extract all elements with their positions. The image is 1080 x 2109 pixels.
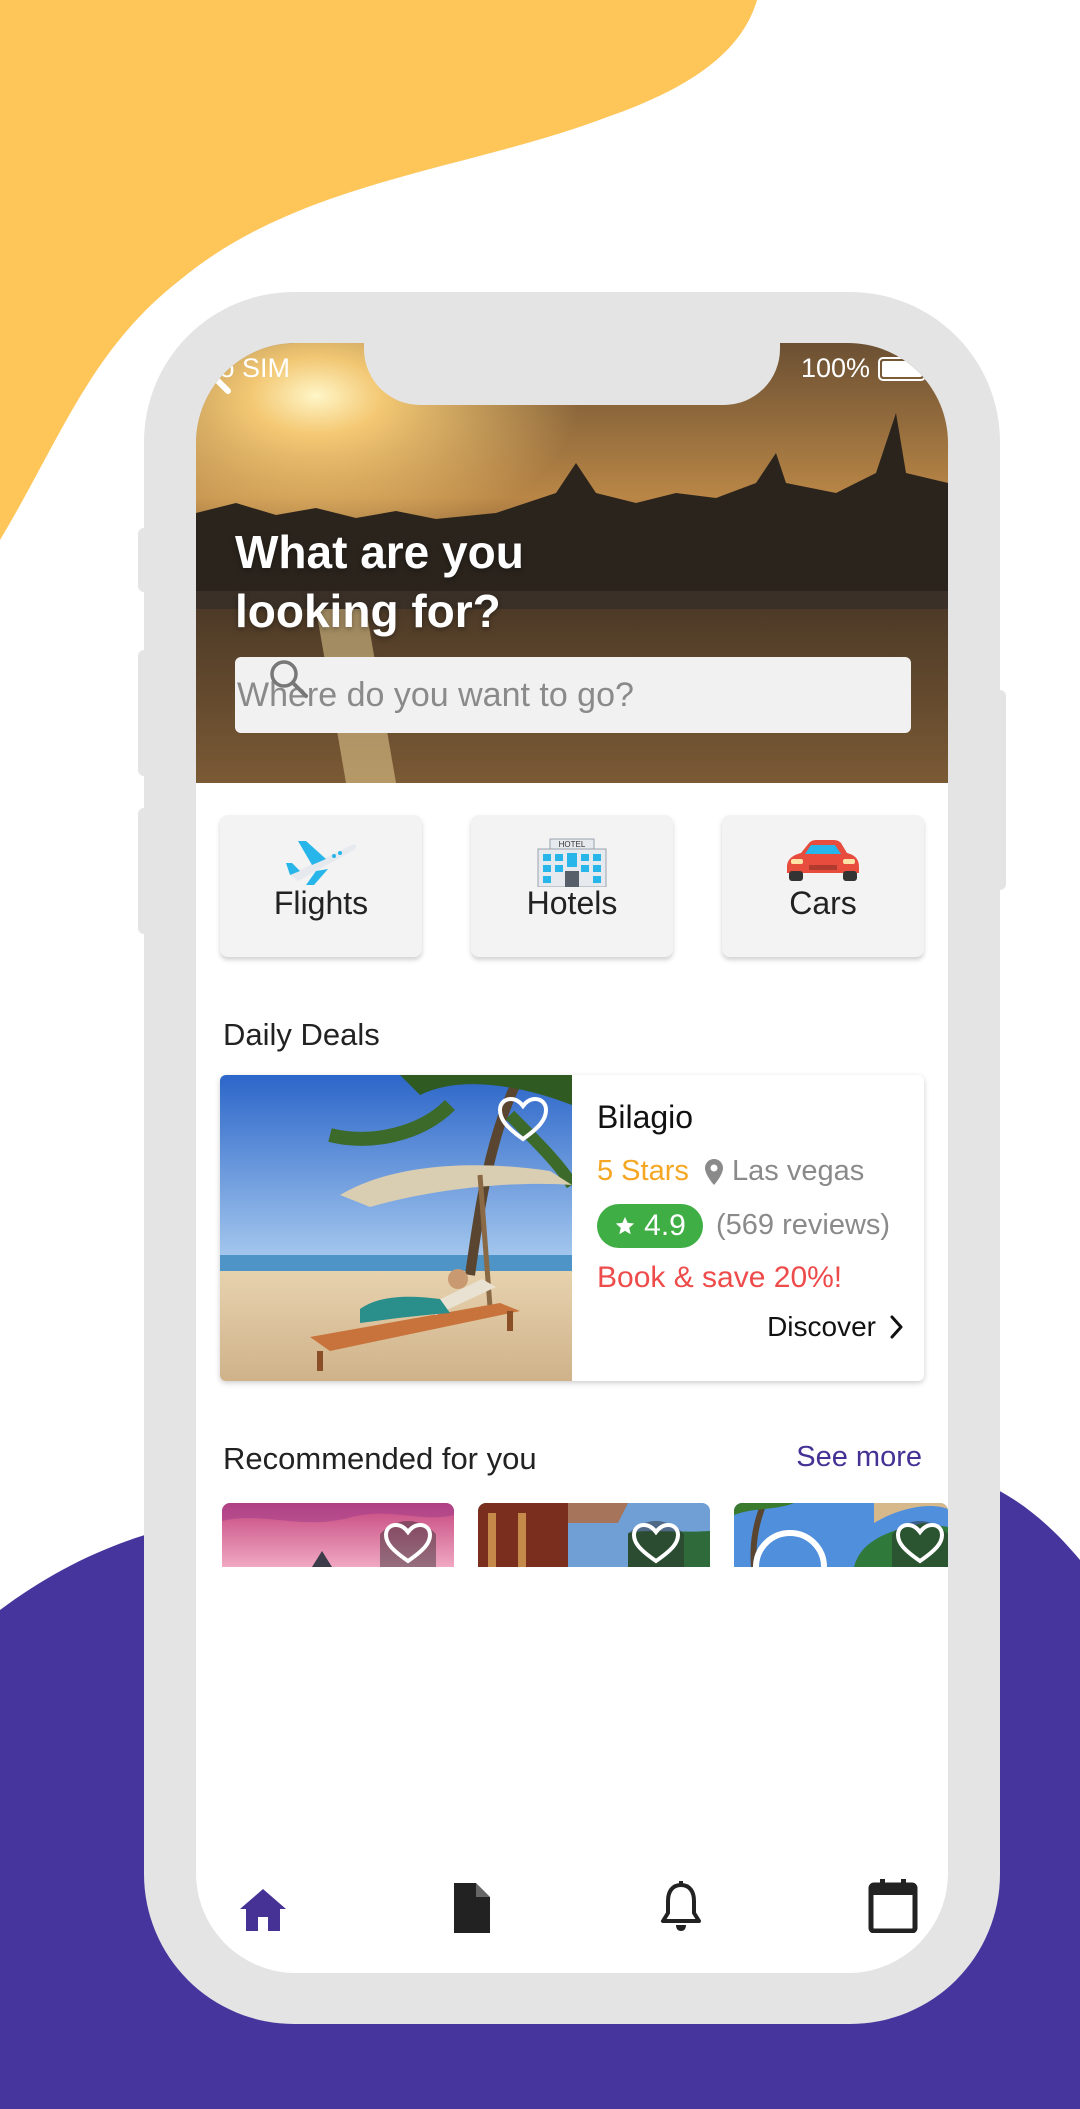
category-cars[interactable]: Cars	[722, 815, 924, 957]
discover-label: Discover	[767, 1311, 876, 1342]
back-arrow-icon[interactable]	[196, 343, 236, 395]
document-icon[interactable]	[450, 1881, 492, 1935]
search-icon	[270, 660, 308, 698]
home-icon[interactable]	[238, 1887, 288, 1933]
deal-location-text: Las vegas	[732, 1155, 865, 1187]
chevron-right-icon	[890, 1315, 903, 1339]
side-button-volume-down	[138, 808, 150, 934]
category-label: Cars	[789, 885, 857, 921]
side-button-volume-up	[138, 650, 150, 776]
rating-value: 4.9	[644, 1209, 686, 1242]
side-button-power	[994, 690, 1006, 890]
hotel-icon: HOTEL	[537, 838, 607, 887]
airplane-icon	[286, 841, 357, 885]
phone-notch	[364, 343, 780, 405]
hotel-sign-text: HOTEL	[559, 840, 586, 849]
side-button-mute	[138, 528, 150, 592]
search-box[interactable]	[235, 657, 911, 733]
deal-location: Las vegas	[704, 1155, 864, 1188]
see-more-link[interactable]: See more	[796, 1441, 922, 1474]
reviews-count: (569 reviews)	[716, 1209, 891, 1241]
location-pin-icon	[705, 1158, 723, 1185]
bottom-tab-bar	[196, 1863, 948, 1973]
rating-badge: 4.9	[597, 1204, 703, 1248]
phone-screen: No SIM 100% What are you looking for? Fl…	[196, 343, 948, 1973]
hero-banner: No SIM 100% What are you looking for?	[196, 343, 948, 783]
recommended-card[interactable]	[478, 1503, 710, 1567]
deal-stars: 5 Stars	[597, 1155, 689, 1187]
status-battery-text: 100%	[800, 353, 870, 383]
recommended-card[interactable]	[734, 1503, 948, 1567]
heart-icon[interactable]	[496, 1095, 550, 1145]
category-label: Flights	[273, 885, 369, 921]
bell-icon[interactable]	[660, 1881, 702, 1935]
heart-icon[interactable]	[628, 1517, 684, 1567]
category-label: Hotels	[526, 885, 618, 921]
status-battery-group: 100%	[801, 353, 926, 384]
hero-title: What are you looking for?	[235, 526, 524, 637]
deal-name: Bilagio	[597, 1099, 694, 1135]
category-flights[interactable]: Flights	[220, 815, 422, 957]
battery-icon	[878, 356, 926, 381]
category-hotels[interactable]: HOTEL Hotels	[471, 815, 673, 957]
calendar-icon[interactable]	[868, 1879, 918, 1933]
car-icon	[787, 840, 859, 881]
heart-icon[interactable]	[380, 1517, 436, 1567]
search-input[interactable]	[235, 674, 799, 716]
deal-promo: Book & save 20%!	[597, 1261, 843, 1294]
discover-button[interactable]: Discover	[767, 1311, 904, 1343]
star-icon	[615, 1216, 635, 1235]
recommended-title: Recommended for you	[223, 1441, 537, 1476]
recommended-card[interactable]	[222, 1503, 454, 1567]
deal-card[interactable]: Bilagio 5 Stars Las vegas 4.9 (569 revie…	[220, 1075, 924, 1381]
daily-deals-title: Daily Deals	[223, 1017, 380, 1052]
heart-icon[interactable]	[892, 1517, 948, 1567]
